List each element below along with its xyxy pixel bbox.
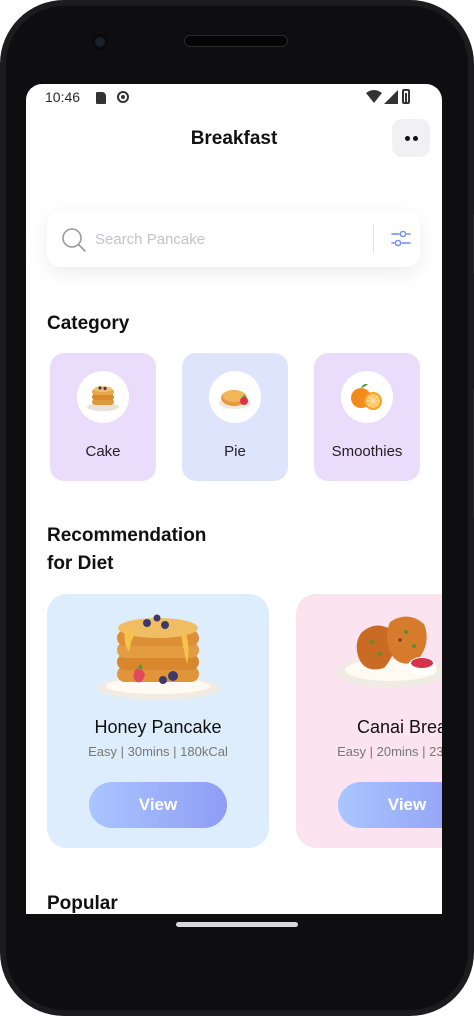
page-title: Breakfast: [190, 128, 278, 149]
earpiece-speaker: [184, 35, 288, 47]
more-options-button[interactable]: [392, 119, 430, 157]
app-screen: 10:46 Breakfast Search Pancake Category …: [26, 84, 442, 914]
recipe-name: Honey Pancake: [94, 717, 222, 737]
signal-icon: [384, 90, 398, 104]
category-label: Smoothies: [331, 443, 403, 460]
home-indicator[interactable]: [176, 922, 298, 927]
recipe-name: Canai Bread: [356, 717, 442, 737]
search-icon: [62, 228, 86, 252]
category-title: Category: [47, 313, 130, 334]
phone-frame: 10:46 Breakfast Search Pancake Category …: [0, 0, 474, 1016]
category-card-smoothies[interactable]: Smoothies: [314, 353, 420, 481]
category-card-pie[interactable]: Pie: [182, 353, 288, 481]
search-bar: [47, 211, 420, 267]
more-dots-icon: [404, 135, 410, 141]
canai-bread-image: [337, 616, 442, 688]
orange-icon: [351, 383, 382, 410]
view-button[interactable]: View: [89, 782, 227, 828]
search-divider: [373, 224, 374, 254]
honey-pancake-image: [97, 614, 219, 700]
wifi-icon: [366, 90, 382, 103]
recommendation-title-line2: for Diet: [47, 553, 114, 574]
recommendation-title-line1: Recommendation: [47, 525, 207, 546]
status-bar: 10:46: [26, 84, 442, 112]
status-time: 10:46: [45, 89, 81, 105]
search-input[interactable]: [95, 225, 365, 253]
pie-icon: [219, 390, 251, 409]
category-icon-wrap: [209, 371, 261, 423]
recommendation-title: Recommendation for Diet: [47, 522, 206, 578]
battery-icon: [402, 89, 410, 104]
popular-title: Popular: [47, 893, 118, 914]
recipe-card-honey-pancake[interactable]: Honey Pancake Easy | 30mins | 180kCal Vi…: [47, 594, 269, 848]
pancake-stack-icon: [87, 386, 119, 411]
category-icon-wrap: [341, 371, 393, 423]
view-button[interactable]: View: [338, 782, 442, 828]
more-dots-icon-2: [412, 135, 418, 141]
category-label: Pie: [224, 443, 246, 460]
recipe-meta: Easy | 30mins | 180kCal: [88, 744, 228, 759]
recipe-card-canai-bread[interactable]: Canai Bread Easy | 20mins | 230kCal View: [296, 594, 442, 848]
category-label: Cake: [85, 443, 121, 460]
sd-card-icon: [96, 92, 106, 104]
front-camera: [92, 34, 108, 50]
category-card-cake[interactable]: Cake: [50, 353, 156, 481]
sync-icon: [117, 91, 129, 103]
filter-icon[interactable]: [391, 229, 411, 249]
category-icon-wrap: [77, 371, 129, 423]
recipe-meta: Easy | 20mins | 230kCal: [337, 744, 442, 759]
